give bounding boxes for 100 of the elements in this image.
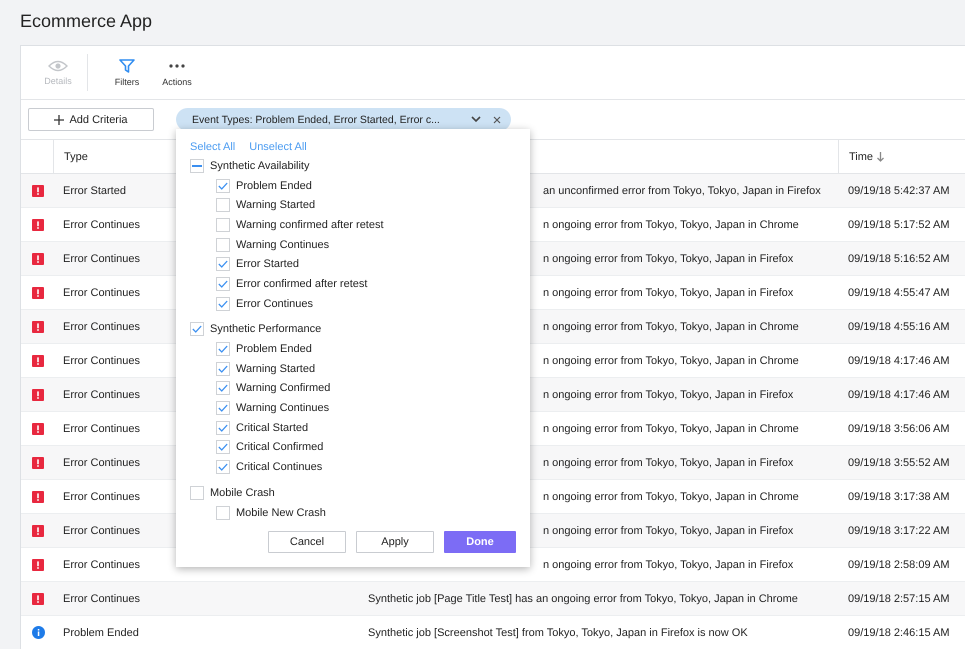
checkbox[interactable] [190,158,204,173]
table-cell: 09/19/18 5:16:52 AM [848,252,950,266]
error-icon [32,184,44,196]
table-cell: n ongoing error from Tokyo, Tokyo, Japan in Firefox [543,524,794,538]
minus-icon [192,164,202,167]
checkbox[interactable] [190,322,204,336]
checkbox-row[interactable]: Mobile Crash [190,483,516,503]
checkbox[interactable] [216,257,230,272]
table-cell: Error Continues [63,558,140,572]
checkbox[interactable] [216,296,230,311]
checkbox-row[interactable]: Warning Confirmed [190,378,516,398]
table-cell: Error Continues [63,320,140,334]
table-cell: n ongoing error from Tokyo, Tokyo, Japan in Chrome [543,490,799,504]
filter-chip-label: Event Types: Problem Ended, Error Started, Error c... [192,114,441,126]
toolbar-button[interactable]: Actions [152,46,202,99]
checkbox-row[interactable]: Critical Confirmed [190,438,516,458]
checkbox-row[interactable]: Problem Ended [190,176,516,196]
checkbox[interactable] [216,401,230,416]
checkbox[interactable] [216,218,230,232]
checkbox-row[interactable]: Warning confirmed after retest [190,215,516,235]
table-cell: Synthetic job [Screenshot Test] from Tokyo, Tokyo, Japan in Firefox is now OK [368,626,748,640]
table-cell: n ongoing error from Tokyo, Tokyo, Japan in Chrome [543,218,799,232]
table-cell: Error Continues [63,456,140,470]
checkbox[interactable] [216,276,230,291]
table-cell: 09/19/18 2:58:09 AM [848,558,950,572]
checkbox[interactable] [216,198,230,212]
error-icon [32,558,44,570]
checkbox-row[interactable]: Error Started [190,254,516,274]
dialog-button[interactable]: Cancel [268,531,346,553]
table-cell: 09/19/18 4:55:16 AM [848,320,950,334]
checkbox-row[interactable]: Warning Started [190,195,516,216]
chevron-down-icon[interactable] [471,116,481,123]
error-icon [32,592,44,604]
checkbox-row[interactable]: Critical Continues [190,457,516,477]
checkbox-row[interactable]: Synthetic Availability [190,156,516,176]
checkbox[interactable] [216,362,230,376]
checkbox-row[interactable]: Warning Continues [190,398,516,418]
close-icon[interactable] [493,116,501,124]
column-header[interactable]: Time [839,140,965,173]
error-icon [32,218,44,230]
filter-chip[interactable]: Event Types: Problem Ended, Error Started, Error c... [176,108,511,131]
table-cell: Error Started [63,184,126,198]
checkbox[interactable] [216,238,230,252]
table-cell: 09/19/18 2:46:15 AM [848,626,950,640]
error-icon [32,524,44,536]
table-cell: Error Continues [63,218,140,232]
table-cell: Error Continues [63,388,140,402]
table-cell: Problem Ended [63,626,139,640]
table-cell: n ongoing error from Tokyo, Tokyo, Japan in Firefox [543,388,794,402]
table-cell: 09/19/18 3:17:22 AM [848,524,950,538]
table-cell: 09/19/18 4:55:47 AM [848,286,950,300]
table-cell: n ongoing error from Tokyo, Tokyo, Japan in Firefox [543,558,794,572]
checkbox-row[interactable]: Synthetic Performance [190,320,516,340]
checkbox-row[interactable]: Warning Continues [190,234,516,254]
table-cell: 09/19/18 2:57:15 AM [848,592,950,606]
checkbox[interactable] [216,342,230,356]
dialog-button[interactable]: Apply [356,531,434,553]
error-icon [32,388,44,400]
table-cell: Error Continues [63,490,140,504]
table-cell: n ongoing error from Tokyo, Tokyo, Japan in Firefox [543,286,794,300]
checkbox[interactable] [190,486,204,500]
table-cell: Error Continues [63,422,140,436]
table-cell: n ongoing error from Tokyo, Tokyo, Japan in Firefox [543,456,794,470]
checkbox[interactable] [216,420,230,435]
table-cell: Error Continues [63,354,140,368]
error-icon [32,490,44,502]
checkbox-row[interactable]: Mobile New Crash [190,502,516,522]
checkbox-row[interactable]: Error confirmed after retest [190,274,516,294]
checkbox[interactable] [216,440,230,454]
table-cell: 09/19/18 3:55:52 AM [848,456,950,470]
table-cell: 09/19/18 3:56:06 AM [848,422,950,436]
error-icon [32,456,44,468]
error-icon [32,286,44,298]
checkbox[interactable] [216,178,230,193]
table-cell: 09/19/18 4:17:46 AM [848,354,950,368]
table-cell: 09/19/18 4:17:46 AM [848,388,950,402]
checkbox[interactable] [216,460,230,474]
table-cell: Synthetic job [Page Title Test] has an ongoing error from Tokyo, Tokyo, Japan in Chrome [368,592,798,606]
checkbox-row[interactable]: Problem Ended [190,339,516,359]
table-cell: 09/19/18 5:42:37 AM [848,184,950,198]
checkbox[interactable] [216,381,230,396]
table-cell: n ongoing error from Tokyo, Tokyo, Japan in Chrome [543,354,799,368]
checkbox-row[interactable]: Error Continues [190,294,516,314]
table-cell: n ongoing error from Tokyo, Tokyo, Japan in Chrome [543,422,799,436]
plus-icon [54,114,64,124]
checkbox-row[interactable]: Warning Started [190,358,516,379]
table-cell: Error Continues [63,524,140,538]
info-icon [32,626,45,639]
table-cell: 09/19/18 5:17:52 AM [848,218,950,232]
error-icon [32,354,44,366]
eye-icon [48,60,68,72]
table-cell: Error Continues [63,286,140,300]
filter-icon [119,58,135,72]
toolbar-button[interactable]: Filters [102,46,152,99]
done-button[interactable]: Done [444,531,516,553]
error-icon [32,320,44,332]
add-criteria-button[interactable]: Add Criteria [28,108,154,131]
table-cell: an unconfirmed error from Tokyo, Tokyo, Japan in Firefox [543,184,821,198]
checkbox[interactable] [216,506,230,520]
checkbox-row[interactable]: Critical Started [190,418,516,438]
